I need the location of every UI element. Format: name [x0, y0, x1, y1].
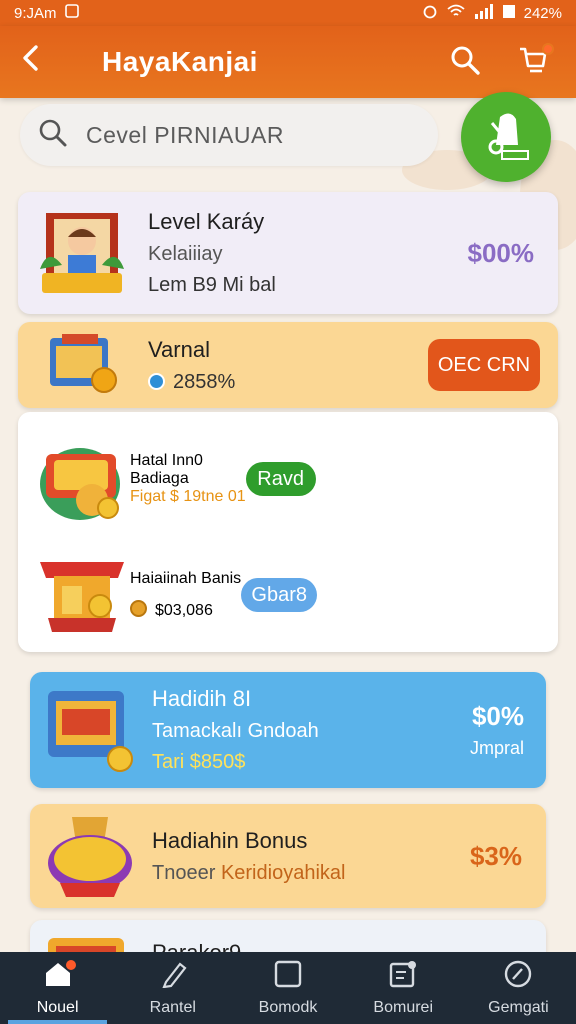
search-button[interactable] [442, 39, 488, 85]
card-detail: $03,086 [130, 600, 241, 620]
nav-item-bomodk[interactable]: Bomodk [230, 952, 345, 1024]
card-title: Hadidih 8I [152, 686, 252, 711]
back-arrow-icon[interactable] [20, 44, 64, 80]
card-subtitle: Tamackalı Gndoah [152, 720, 319, 742]
search-placeholder: Cevel PIRNIAUAR [86, 121, 284, 148]
card-thumbnail [34, 213, 130, 293]
nav-item-bomurei[interactable]: Bomurei [346, 952, 461, 1024]
search-icon [449, 44, 481, 81]
sim-icon [64, 4, 79, 22]
nav-label: Nouel [36, 998, 79, 1016]
inbox-icon [388, 960, 418, 993]
bottom-navigation: Nouel Rantel Bomodk Bomurei Gemgati [0, 952, 576, 1024]
compass-icon [503, 960, 533, 993]
action-button[interactable]: Ravd [245, 462, 316, 496]
list-item[interactable]: Varnal 2858% OEC CRN [18, 322, 558, 408]
list-item[interactable]: Level Karáy Kelaiiiay Lem B9 Mi bal $00% [18, 192, 558, 314]
nav-item-rantel[interactable]: Rantel [115, 952, 230, 1024]
cart-badge [542, 43, 554, 55]
list-item[interactable]: Haiaiinah Banis $03,086 Gbar8 [18, 540, 558, 650]
card-title: Hatal Inn0 [130, 452, 203, 469]
status-time: 9:JAm [14, 4, 57, 22]
card-thumbnail [42, 690, 138, 772]
card-price: $0% [471, 701, 524, 731]
card-title: Varnal [148, 336, 210, 362]
action-button[interactable]: OEC CRN [428, 339, 540, 391]
search-input[interactable]: Cevel PIRNIAUAR [20, 104, 438, 166]
card-thumbnail [34, 550, 130, 640]
mascot-icon [476, 105, 536, 170]
list-item[interactable]: Hadiahin Bonus Tnoeer Keridioyahikal $3% [30, 804, 546, 908]
card-title: Level Karáy [148, 209, 265, 234]
coin-icon [130, 600, 147, 617]
card-subtitle: Tnoeer Keridioyahikal [152, 861, 346, 884]
card-title: Haiaiinah Banis [130, 570, 242, 587]
card-thumbnail [42, 816, 138, 897]
status-bar: 9:JAm 242% [0, 0, 576, 26]
nav-item-home[interactable]: Nouel [0, 952, 115, 1024]
list-item[interactable]: Hatal Inn0 Badiaga Figat $ 19tne 01 Ravd [18, 424, 558, 534]
card-detail: Lem B9 Mi bal [148, 274, 276, 296]
card-detail: Tari $850$ [152, 751, 246, 773]
mascot-button[interactable] [461, 92, 551, 182]
wifi-icon [446, 3, 466, 23]
card-detail: Figat $ 19tne 01 [130, 488, 246, 505]
nav-item-gemgati[interactable]: Gemgati [461, 952, 576, 1024]
card-price: $3% [469, 840, 522, 871]
search-field-icon [38, 118, 68, 153]
card-thumbnail [34, 330, 130, 400]
coin-icon [148, 372, 165, 390]
cart-button[interactable] [510, 39, 556, 85]
alarm-icon [422, 3, 438, 23]
card-title: Hadiahin Bonus [152, 827, 308, 853]
action-button[interactable]: Gbar8 [241, 578, 318, 612]
card-thumbnail [34, 434, 130, 524]
nav-label: Gemgati [488, 998, 549, 1016]
nav-label: Rantel [149, 998, 196, 1016]
list-item[interactable]: Hadidih 8I Tamackalı Gndoah Tari $850$ $… [30, 672, 546, 788]
card-subtitle: Kelaiiiay [148, 243, 223, 265]
battery-level: 242% [523, 4, 562, 22]
nav-label: Bomodk [258, 998, 318, 1016]
app-bar: HayaKanjai [0, 26, 576, 98]
card-detail: 2858% [148, 371, 428, 394]
card-price-subtitle: Jmpral [469, 738, 524, 758]
card-subtitle: Badiaga [130, 470, 189, 487]
battery-icon [502, 3, 516, 23]
price-block: $0% Jmpral [470, 701, 524, 759]
list-group: Hatal Inn0 Badiaga Figat $ 19tne 01 Ravd… [18, 412, 558, 652]
signal-icon [474, 3, 494, 23]
card-price: $00% [467, 237, 535, 268]
nav-label: Bomurei [373, 998, 433, 1016]
square-icon [273, 960, 303, 993]
page-title: HayaKanjai [102, 46, 258, 77]
notification-dot [66, 960, 76, 970]
edit-icon [158, 960, 188, 993]
